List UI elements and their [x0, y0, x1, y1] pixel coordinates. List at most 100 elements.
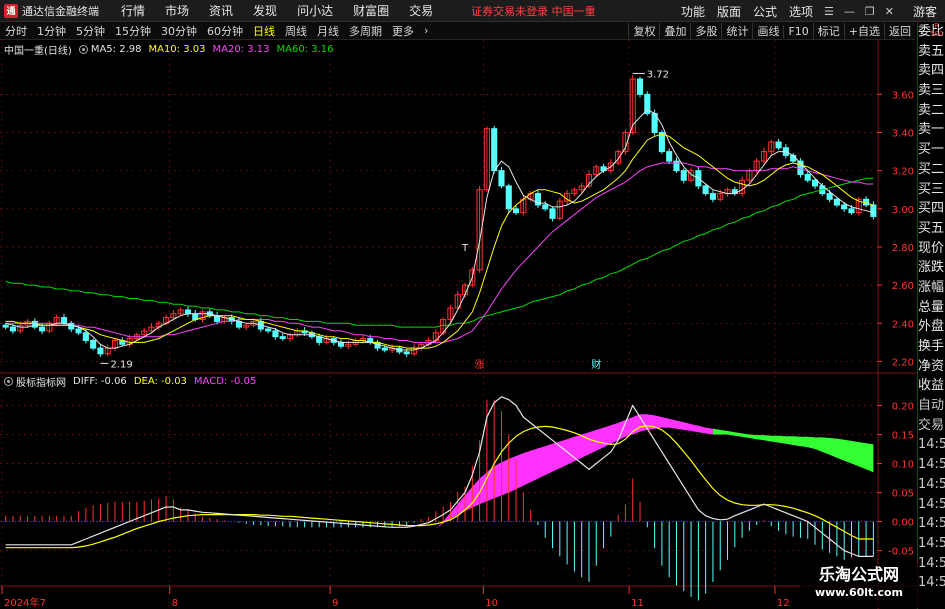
candle-body	[97, 347, 104, 355]
quote-item[interactable]: 交易	[918, 416, 945, 436]
menu-faxian[interactable]: 发现	[243, 2, 287, 19]
axis-layer: 3.60 3.40 3.20 3.00 2.80 2.60 2.40 2.20 0.20 0.15…	[1, 90, 914, 609]
biaoji-button[interactable]: 标记	[812, 23, 844, 39]
quote-item[interactable]: 14:56	[918, 475, 945, 495]
candle-body	[513, 208, 520, 214]
menu-gongshi[interactable]: 公式	[747, 3, 783, 20]
menu-xuanxiang[interactable]: 选项	[783, 3, 819, 20]
500-label: 500	[930, 30, 944, 38]
quote-item[interactable]: 总量	[918, 298, 945, 318]
main-y-tick-label: 2.80	[892, 243, 914, 254]
menu-wenxiaoda[interactable]: 问小达	[287, 2, 343, 19]
main-y-tick-label: 2.20	[892, 357, 914, 368]
menu-banmian[interactable]: 版面	[711, 3, 747, 20]
t-marker: T	[461, 243, 469, 254]
quote-item[interactable]: 卖三	[918, 81, 945, 101]
candle-body	[666, 151, 673, 162]
quote-item[interactable]: 14:56	[918, 455, 945, 475]
candle-body	[709, 193, 716, 200]
dea-label: DEA: -0.03	[133, 375, 187, 387]
chart-area[interactable]: 3.72 2.19 T 涨 财 3.60 3.40 3.20 3.00 2.80 2.60 2.40…	[0, 40, 917, 609]
candle-body	[505, 185, 512, 210]
quote-item[interactable]: 卖二	[918, 101, 945, 121]
candle-body	[75, 328, 82, 334]
x-axis-label: 10	[485, 598, 498, 609]
period-weekly[interactable]: 周线	[280, 23, 312, 39]
r500-badge[interactable]: R 500	[930, 22, 943, 38]
menu-jiaoyi[interactable]: 交易	[399, 2, 443, 19]
quote-item[interactable]: 14:56	[918, 573, 945, 593]
menu-gongneng[interactable]: 功能	[675, 3, 711, 20]
period-15min[interactable]: 15分钟	[110, 23, 156, 39]
quote-item[interactable]: 自动	[918, 396, 945, 416]
duogu-button[interactable]: 多股	[690, 23, 721, 39]
low-price-marker: 2.19	[110, 359, 132, 370]
period-fenshi[interactable]: 分时	[0, 23, 32, 39]
candle-body	[39, 326, 46, 332]
minimize-icon[interactable]: —	[839, 5, 860, 18]
quote-item[interactable]: 买一	[918, 140, 945, 160]
quote-item[interactable]: 买四	[918, 199, 945, 219]
close-icon[interactable]: ✕	[880, 5, 899, 18]
menu-zixun[interactable]: 资讯	[199, 2, 243, 19]
tongji-button[interactable]: 统计	[721, 23, 752, 39]
indicator-gear-icon[interactable]	[4, 376, 13, 386]
login-warning[interactable]: 证券交易未登录 中国一重	[471, 3, 596, 19]
diejia-button[interactable]: 叠加	[659, 23, 690, 39]
quote-item[interactable]: 涨幅	[918, 278, 945, 298]
guest-label[interactable]: 游客	[899, 3, 945, 20]
period-30min[interactable]: 30分钟	[156, 23, 202, 39]
candle-body	[549, 208, 556, 219]
quote-item[interactable]: 涨跌	[918, 258, 945, 278]
period-daily[interactable]: 日线	[248, 23, 280, 39]
menu-hangqing[interactable]: 行情	[111, 2, 155, 19]
stock-name-label[interactable]: 中国一重(日线)	[4, 42, 72, 57]
candle-body	[826, 193, 833, 200]
period-5min[interactable]: 5分钟	[71, 23, 110, 39]
ma5-label: MA5: 2.98	[90, 43, 142, 55]
quote-item[interactable]: 14:56	[918, 495, 945, 515]
menu-shichang[interactable]: 市场	[155, 2, 199, 19]
x-axis-label: 12	[777, 598, 790, 609]
menu-caifuquan[interactable]: 财富圈	[343, 2, 399, 19]
period-1min[interactable]: 1分钟	[32, 23, 71, 39]
fuquan-button[interactable]: 复权	[628, 23, 659, 39]
quote-item[interactable]: 卖四	[918, 61, 945, 81]
quote-item[interactable]: 14:56	[918, 514, 945, 534]
add-watchlist-button[interactable]: +自选	[843, 23, 884, 39]
quote-item[interactable]: 换手	[918, 337, 945, 357]
f10-button[interactable]: F10	[783, 24, 812, 38]
back-button[interactable]: 返回	[884, 23, 915, 39]
quote-item[interactable]: 14:56	[918, 534, 945, 554]
period-60min[interactable]: 60分钟	[202, 23, 248, 39]
period-monthly[interactable]: 月线	[312, 23, 344, 39]
candle-body	[702, 185, 709, 195]
quote-item[interactable]: 买五	[918, 219, 945, 239]
period-multi[interactable]: 多周期	[344, 23, 387, 39]
settings-gear-icon[interactable]	[78, 44, 88, 54]
period-more[interactable]: 更多	[387, 23, 419, 39]
app-window: 通 通达信金融终端 行情 市场 资讯 发现 问小达 财富圈 交易 证券交易未登录…	[0, 0, 945, 609]
huaxian-button[interactable]: 画线	[752, 23, 783, 39]
quote-item[interactable]: 买三	[918, 180, 945, 200]
chevron-right-icon[interactable]: ›	[419, 24, 433, 37]
quote-item[interactable]: 卖五	[918, 42, 945, 62]
main-legend: 中国一重(日线) MA5: 2.98 MA10: 3.03 MA20: 3.13…	[4, 42, 341, 57]
candle-body	[841, 204, 848, 210]
title-bar: 通 通达信金融终端 行情 市场 资讯 发现 问小达 财富圈 交易 证券交易未登录…	[0, 0, 945, 22]
quote-item[interactable]: 现价	[918, 239, 945, 259]
quote-item[interactable]: 14:56	[918, 435, 945, 455]
candle-body	[9, 326, 16, 332]
quote-item[interactable]: 买二	[918, 160, 945, 180]
quote-item[interactable]: 14:56	[918, 554, 945, 574]
quote-item[interactable]: 收益	[918, 376, 945, 396]
quote-item[interactable]: 净资	[918, 357, 945, 377]
candle-body	[790, 154, 797, 162]
quote-item[interactable]: 卖一	[918, 120, 945, 140]
x-axis-label: 8	[172, 598, 178, 609]
candle-body	[272, 330, 279, 338]
indicator-name-label[interactable]: 股标指标网	[16, 374, 66, 389]
quote-item[interactable]: 外盘	[918, 317, 945, 337]
menu-icon[interactable]: ☰	[819, 5, 839, 18]
restore-icon[interactable]: ❐	[860, 5, 880, 18]
